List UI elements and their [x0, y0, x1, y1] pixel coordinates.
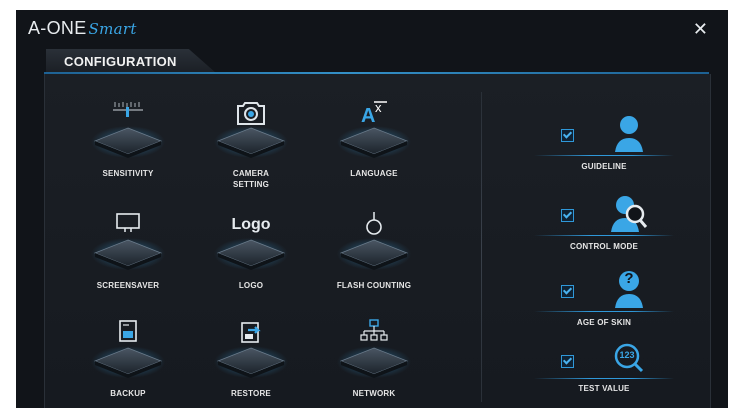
setting-restore[interactable]: RESTORE — [206, 318, 296, 408]
sensitivity-icon — [113, 98, 143, 128]
setting-label: LOGO — [238, 281, 264, 290]
option-underline — [534, 378, 674, 379]
option-test-value: 123 TEST VALUE — [534, 338, 694, 408]
camera-icon — [236, 98, 266, 128]
test-value-checkbox[interactable] — [561, 355, 574, 368]
option-underline — [534, 235, 674, 236]
age-of-skin-checkbox[interactable] — [561, 285, 574, 298]
setting-network[interactable]: NETWORK — [329, 318, 419, 408]
setting-label: NETWORK — [352, 389, 396, 398]
platform — [91, 346, 165, 378]
option-guideline: GUIDELINE — [534, 112, 694, 187]
tab-configuration[interactable]: CONFIGURATION — [46, 49, 216, 73]
network-icon — [359, 318, 389, 348]
setting-label: SENSITIVITY — [102, 169, 154, 178]
setting-language[interactable]: Ax LANGUAGE — [329, 98, 419, 198]
option-label: CONTROL MODE — [569, 242, 639, 251]
setting-label: SCREENSAVER — [96, 281, 160, 290]
setting-label: LANGUAGE — [350, 169, 398, 178]
platform — [337, 238, 411, 270]
platform — [214, 126, 288, 158]
setting-sensitivity[interactable]: SENSITIVITY — [83, 98, 173, 198]
setting-screensaver[interactable]: SCREENSAVER — [83, 210, 173, 310]
test-value-icon: 123 — [609, 338, 649, 378]
platform — [214, 238, 288, 270]
setting-label: RESTORE — [231, 389, 271, 398]
screensaver-icon — [113, 210, 143, 240]
test-value-number: 123 — [619, 350, 635, 360]
backup-icon — [113, 318, 143, 348]
person-question-icon: ? — [609, 268, 649, 308]
platform — [214, 346, 288, 378]
setting-logo[interactable]: Logo LOGO — [206, 210, 296, 310]
option-label: TEST VALUE — [578, 384, 630, 393]
platform — [337, 346, 411, 378]
setting-camera[interactable]: CAMERA SETTING — [206, 98, 296, 198]
setting-flash-counting[interactable]: FLASH COUNTING — [329, 210, 419, 310]
option-underline — [534, 311, 674, 312]
setting-label: FLASH COUNTING — [336, 281, 412, 290]
close-icon[interactable]: ✕ — [693, 20, 708, 38]
language-icon: Ax — [359, 98, 389, 128]
setting-label: CAMERA SETTING — [232, 169, 270, 189]
platform — [91, 238, 165, 270]
app-window: A-ONE Smart ✕ CONFIGURATION SENSITIVITY C… — [16, 10, 728, 408]
question-mark: ? — [624, 270, 634, 287]
option-label: GUIDELINE — [581, 162, 627, 171]
person-icon — [609, 112, 649, 152]
platform — [337, 126, 411, 158]
brand-name: A-ONE — [28, 18, 87, 38]
option-control-mode: CONTROL MODE — [534, 192, 694, 267]
guideline-checkbox[interactable] — [561, 129, 574, 142]
option-age-of-skin: ? AGE OF SKIN — [534, 268, 694, 343]
option-underline — [534, 155, 674, 156]
restore-icon — [236, 318, 266, 348]
logo-icon-text: Logo — [231, 216, 271, 233]
setting-label: BACKUP — [110, 389, 146, 398]
panel-divider — [481, 92, 482, 402]
brand-logo: A-ONE Smart — [28, 18, 137, 39]
control-mode-checkbox[interactable] — [561, 209, 574, 222]
svg-text:A: A — [361, 105, 375, 127]
flask-icon — [359, 210, 389, 240]
tab-label: CONFIGURATION — [64, 54, 177, 69]
setting-backup[interactable]: BACKUP — [83, 318, 173, 408]
logo-icon: Logo — [226, 210, 276, 240]
brand-suffix: Smart — [88, 20, 137, 38]
person-search-icon — [609, 192, 649, 232]
platform — [91, 126, 165, 158]
option-label: AGE OF SKIN — [576, 318, 632, 327]
